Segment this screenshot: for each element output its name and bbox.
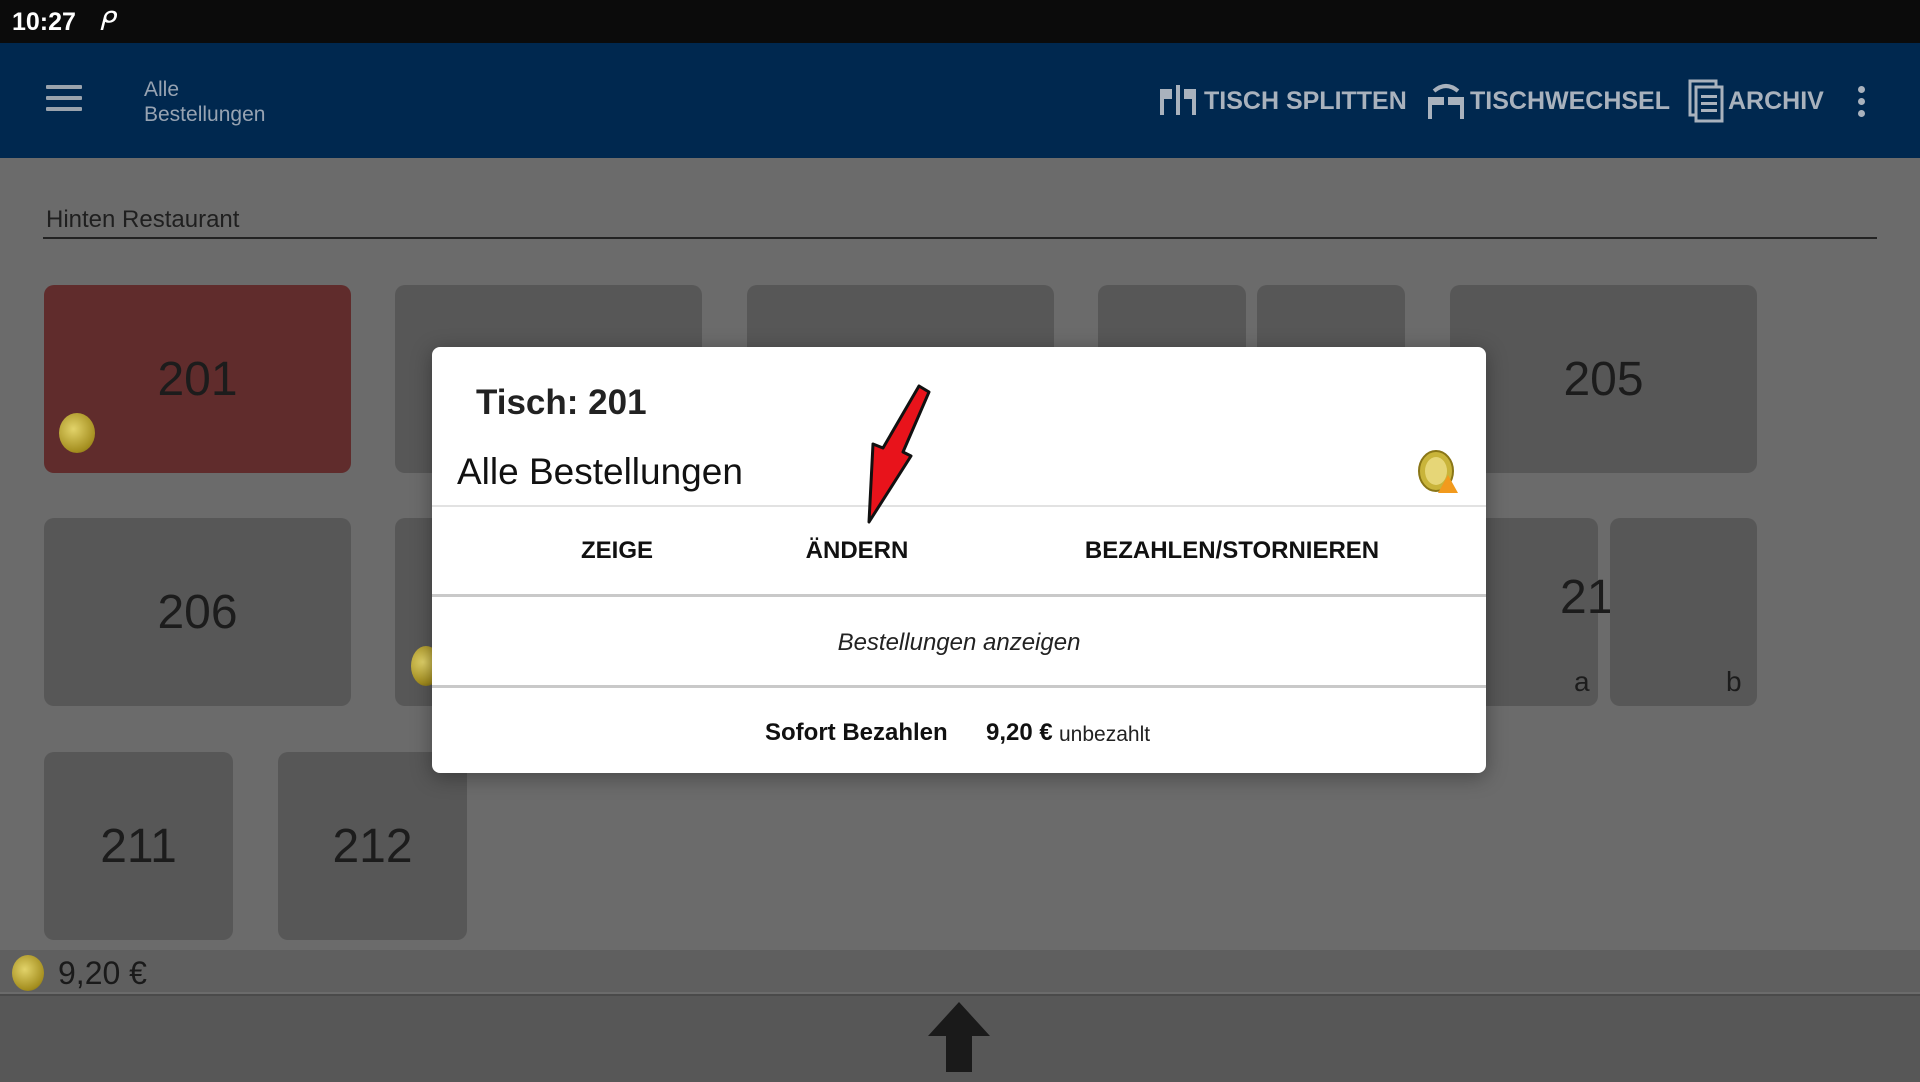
coin-warning-icon xyxy=(1418,449,1458,493)
pay-amount: 9,20 € xyxy=(986,719,1053,746)
dialog-table-label: Tisch: 201 xyxy=(476,383,647,422)
tischwechsel-button[interactable]: TISCHWECHSEL xyxy=(1424,79,1670,123)
red-arrow-icon xyxy=(867,384,931,524)
tab-zeige[interactable]: ZEIGE xyxy=(532,537,702,565)
dialog-divider xyxy=(432,594,1486,597)
app-bar: Alle Bestellungen TISCH SPLITTEN TISCHWE… xyxy=(0,43,1920,158)
p-icon: ᑭ xyxy=(98,6,115,36)
app-bar-title-line2: Bestellungen xyxy=(144,103,266,126)
status-time: 10:27 xyxy=(12,8,76,36)
archiv-label: ARCHIV xyxy=(1728,86,1824,115)
tischwechsel-label: TISCHWECHSEL xyxy=(1470,86,1670,115)
arrow-up-icon[interactable] xyxy=(928,1002,990,1072)
tab-bezahlen-stornieren[interactable]: BEZAHLEN/STORNIEREN xyxy=(1072,537,1392,565)
archive-icon xyxy=(1688,79,1724,123)
table-number: 212 xyxy=(332,819,413,873)
total-sum: 9,20 € xyxy=(58,955,147,991)
split-table-icon xyxy=(1160,85,1196,115)
split-label-a: a xyxy=(1574,666,1590,697)
table-210-b[interactable]: b xyxy=(1610,518,1757,706)
tisch-splitten-button[interactable]: TISCH SPLITTEN xyxy=(1158,79,1407,123)
overflow-menu-icon[interactable] xyxy=(1858,86,1868,120)
order-dialog: Tisch: 201 Alle Bestellungen ZEIGE ÄNDER… xyxy=(432,347,1486,773)
tab-aendern[interactable]: ÄNDERN xyxy=(787,537,927,565)
table-number: 206 xyxy=(157,585,238,639)
table-number: 211 xyxy=(100,819,177,873)
sum-bar xyxy=(0,950,1920,992)
show-orders-link[interactable]: Bestellungen anzeigen xyxy=(432,629,1486,657)
table-211[interactable]: 211 xyxy=(44,752,233,940)
app-bar-title-line1: Alle xyxy=(144,78,180,101)
dialog-divider xyxy=(432,685,1486,688)
dialog-title: Alle Bestellungen xyxy=(457,451,743,492)
coin-warning-icon xyxy=(59,413,95,453)
status-bar: 10:27 ᑭ xyxy=(0,0,1920,43)
archiv-button[interactable]: ARCHIV xyxy=(1688,79,1824,123)
pay-now-button[interactable]: Sofort Bezahlen xyxy=(765,719,948,747)
bottom-bar xyxy=(0,994,1920,1082)
app-bar-title: Alle Bestellungen xyxy=(144,77,304,127)
table-number: 205 xyxy=(1563,352,1644,406)
table-212[interactable]: 212 xyxy=(278,752,467,940)
table-201[interactable]: 201 xyxy=(44,285,351,473)
table-205[interactable]: 205 xyxy=(1450,285,1757,473)
dialog-divider xyxy=(432,505,1486,507)
tisch-splitten-label: TISCH SPLITTEN xyxy=(1204,86,1407,115)
section-label: Hinten Restaurant xyxy=(46,206,240,233)
pay-status: unbezahlt xyxy=(1059,723,1151,746)
coin-warning-icon xyxy=(12,955,44,991)
hamburger-menu-icon[interactable] xyxy=(46,85,82,115)
section-divider xyxy=(43,237,1877,239)
table-206[interactable]: 206 xyxy=(44,518,351,706)
split-label-b: b xyxy=(1726,666,1742,697)
table-number: 201 xyxy=(157,352,238,406)
table-switch-icon xyxy=(1428,84,1464,119)
